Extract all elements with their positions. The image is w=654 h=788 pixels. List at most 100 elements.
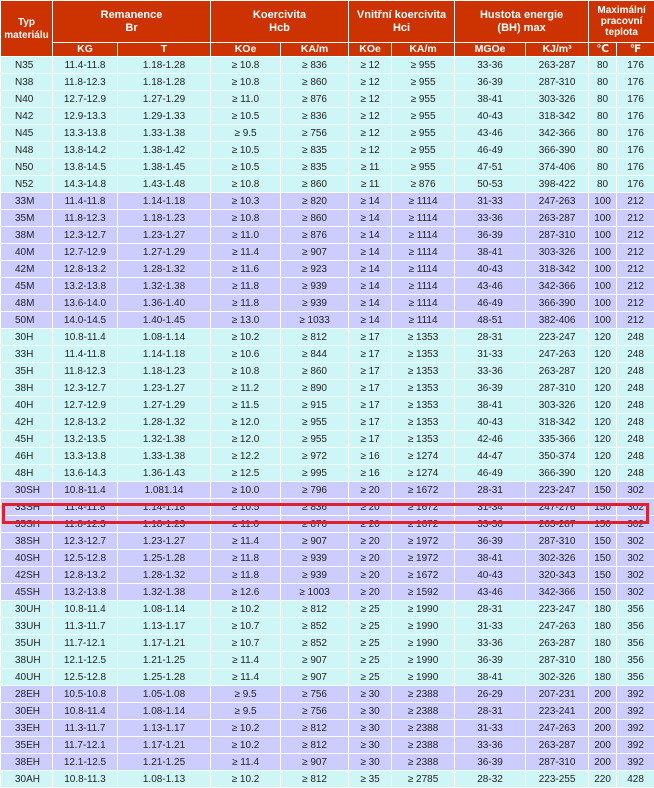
cell-temp-f: 176	[617, 108, 654, 125]
cell-bhmax-mgoe: 26-29	[455, 686, 526, 703]
cell-temp-f: 356	[617, 652, 654, 669]
table-row: 35SH11.8-12.31.18-1.23≥ 11.0≥ 876≥ 20≥ 1…	[1, 516, 654, 533]
cell-temp-f: 248	[617, 431, 654, 448]
cell-temp-f: 356	[617, 618, 654, 635]
cell-temp-f: 428	[617, 771, 654, 788]
cell-material-type: 30H	[1, 329, 53, 346]
cell-hci-koe: ≥ 12	[349, 57, 392, 74]
cell-hci-kam: ≥ 1990	[392, 669, 455, 686]
table-row: 45SH13.2-13.81.32-1.38≥ 12.6≥ 1003≥ 20≥ …	[1, 584, 654, 601]
cell-hci-kam: ≥ 1114	[392, 227, 455, 244]
cell-remanence-kg: 13.6-14.3	[53, 465, 118, 482]
cell-bhmax-kjm3: 223-255	[526, 771, 589, 788]
cell-temp-c: 180	[589, 669, 617, 686]
cell-temp-f: 212	[617, 278, 654, 295]
cell-temp-c: 150	[589, 584, 617, 601]
cell-temp-f: 302	[617, 584, 654, 601]
cell-material-type: 48M	[1, 295, 53, 312]
table-row: 33M11.4-11.81.14-1.18≥ 10.3≥ 820≥ 14≥ 11…	[1, 193, 654, 210]
cell-material-type: 35H	[1, 363, 53, 380]
cell-temp-f: 392	[617, 703, 654, 720]
cell-bhmax-kjm3: 263-287	[526, 516, 589, 533]
cell-remanence-kg: 13.8-14.5	[53, 159, 118, 176]
cell-temp-c: 150	[589, 499, 617, 516]
cell-remanence-kg: 12.8-13.2	[53, 261, 118, 278]
cell-material-type: N38	[1, 74, 53, 91]
cell-bhmax-mgoe: 28-31	[455, 703, 526, 720]
cell-hcb-kam: ≥ 860	[281, 74, 349, 91]
header-remanence: Remanence Br	[53, 1, 211, 43]
header-remanence-title: Remanence	[101, 9, 163, 21]
header-intrinsic-coercivity: Vnitřní koercivita Hci	[349, 1, 455, 43]
cell-hcb-kam: ≥ 844	[281, 346, 349, 363]
cell-remanence-t: 1.27-1.29	[118, 397, 211, 414]
cell-bhmax-kjm3: 398-422	[526, 176, 589, 193]
cell-material-type: 40SH	[1, 550, 53, 567]
cell-bhmax-kjm3: 223-247	[526, 482, 589, 499]
header-energy-density-sub: (BH) max	[497, 22, 545, 34]
cell-bhmax-kjm3: 303-326	[526, 91, 589, 108]
header-intrinsic-coercivity-sub: Hci	[393, 22, 410, 34]
cell-hci-koe: ≥ 11	[349, 159, 392, 176]
cell-hci-koe: ≥ 20	[349, 533, 392, 550]
cell-temp-c: 220	[589, 771, 617, 788]
cell-material-type: 30EH	[1, 703, 53, 720]
cell-remanence-t: 1.08-1.13	[118, 771, 211, 788]
cell-temp-c: 100	[589, 312, 617, 329]
cell-remanence-t: 1.08-1.14	[118, 703, 211, 720]
cell-material-type: 40M	[1, 244, 53, 261]
cell-hci-kam: ≥ 955	[392, 108, 455, 125]
cell-hcb-kam: ≥ 915	[281, 397, 349, 414]
magnet-properties-table: Typ materiálu Remanence Br Koercivita Hc…	[0, 0, 654, 788]
table-row: N3511.4-11.81.18-1.28≥ 10.8≥ 836≥ 12≥ 95…	[1, 57, 654, 74]
cell-remanence-t: 1.23-1.27	[118, 380, 211, 397]
table-row: 38M12.3-12.71.23-1.27≥ 11.0≥ 876≥ 14≥ 11…	[1, 227, 654, 244]
cell-bhmax-kjm3: 263-287	[526, 737, 589, 754]
cell-bhmax-mgoe: 38-41	[455, 550, 526, 567]
cell-hci-koe: ≥ 25	[349, 635, 392, 652]
cell-remanence-t: 1.40-1.45	[118, 312, 211, 329]
unit-kg: KG	[53, 43, 118, 57]
cell-material-type: 45M	[1, 278, 53, 295]
table-row: 33SH11.4-11.81.14-1.18≥ 10.5≥ 836≥ 20≥ 1…	[1, 499, 654, 516]
cell-material-type: N35	[1, 57, 53, 74]
cell-hci-kam: ≥ 1990	[392, 652, 455, 669]
cell-bhmax-kjm3: 223-241	[526, 703, 589, 720]
table-row: 33EH11.3-11.71.13-1.17≥ 10.2≥ 812≥ 30≥ 2…	[1, 720, 654, 737]
cell-temp-f: 212	[617, 261, 654, 278]
cell-remanence-kg: 11.8-12.3	[53, 210, 118, 227]
cell-hcb-koe: ≥ 10.2	[211, 601, 281, 618]
cell-temp-c: 100	[589, 261, 617, 278]
cell-temp-f: 302	[617, 533, 654, 550]
cell-hci-koe: ≥ 12	[349, 142, 392, 159]
cell-remanence-t: 1.23-1.27	[118, 227, 211, 244]
cell-hcb-koe: ≥ 11.4	[211, 652, 281, 669]
cell-temp-f: 248	[617, 397, 654, 414]
cell-hcb-kam: ≥ 812	[281, 771, 349, 788]
table-row: 30AH10.8-11.31.08-1.13≥ 10.2≥ 812≥ 35≥ 2…	[1, 771, 654, 788]
cell-hci-kam: ≥ 1114	[392, 278, 455, 295]
table-row: 48H13.6-14.31.36-1.43≥ 12.5≥ 995≥ 16≥ 12…	[1, 465, 654, 482]
cell-temp-c: 200	[589, 686, 617, 703]
cell-hci-kam: ≥ 1990	[392, 635, 455, 652]
cell-hcb-koe: ≥ 10.8	[211, 74, 281, 91]
cell-hcb-koe: ≥ 9.5	[211, 125, 281, 142]
cell-temp-f: 248	[617, 380, 654, 397]
table-row: 48M13.6-14.01.36-1.40≥ 11.8≥ 939≥ 14≥ 11…	[1, 295, 654, 312]
cell-temp-f: 176	[617, 74, 654, 91]
cell-remanence-kg: 12.3-12.7	[53, 380, 118, 397]
cell-hci-kam: ≥ 955	[392, 57, 455, 74]
cell-bhmax-kjm3: 366-390	[526, 465, 589, 482]
cell-bhmax-kjm3: 207-231	[526, 686, 589, 703]
cell-hci-koe: ≥ 17	[349, 380, 392, 397]
cell-temp-f: 356	[617, 635, 654, 652]
cell-remanence-kg: 11.7-12.1	[53, 737, 118, 754]
cell-hci-koe: ≥ 12	[349, 91, 392, 108]
cell-material-type: N48	[1, 142, 53, 159]
cell-bhmax-kjm3: 247-263	[526, 618, 589, 635]
cell-hci-kam: ≥ 1114	[392, 193, 455, 210]
cell-temp-f: 176	[617, 57, 654, 74]
cell-material-type: N45	[1, 125, 53, 142]
cell-bhmax-mgoe: 47-51	[455, 159, 526, 176]
cell-hcb-koe: ≥ 11.2	[211, 380, 281, 397]
